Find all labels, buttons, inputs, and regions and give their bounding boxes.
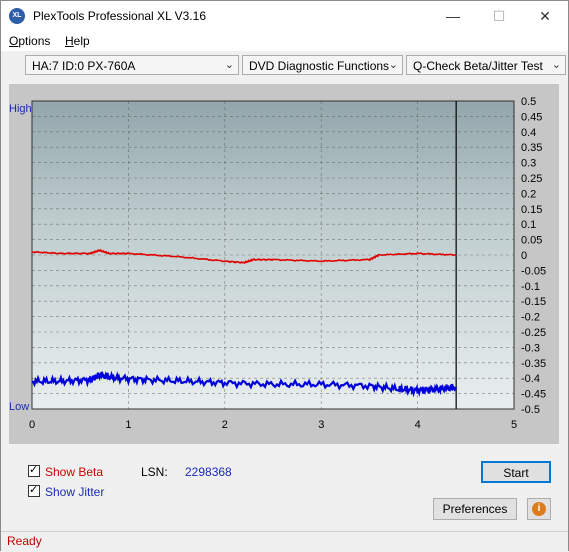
y-tick-label: -0.35 xyxy=(521,358,546,370)
show-beta-label[interactable]: Show Beta xyxy=(45,465,103,479)
start-button[interactable]: Start xyxy=(481,461,551,483)
info-icon: i xyxy=(532,502,546,516)
y-tick-label: -0.1 xyxy=(521,281,540,293)
y-tick-label: 0.3 xyxy=(521,158,536,170)
preferences-button[interactable]: Preferences xyxy=(433,498,517,520)
show-jitter-label[interactable]: Show Jitter xyxy=(45,485,104,499)
app-window: XL PlexTools Professional XL V3.16 — ☐ ✕… xyxy=(0,0,569,551)
high-label: High xyxy=(9,103,32,115)
checkbox-checked-icon[interactable] xyxy=(28,483,40,497)
y-tick-label: -0.2 xyxy=(521,312,540,324)
y-tick-label: 0.2 xyxy=(521,188,536,200)
y-tick-label: -0.25 xyxy=(521,327,546,339)
y-tick-label: 0.45 xyxy=(521,111,542,123)
y-tick-label: -0.15 xyxy=(521,296,546,308)
y-tick-label: 0.25 xyxy=(521,173,542,185)
lsn-label: LSN: xyxy=(141,465,168,479)
y-tick-label: 0.5 xyxy=(521,96,536,108)
status-bar: Ready xyxy=(1,531,568,551)
y-tick-label: 0 xyxy=(521,250,527,262)
checkbox-checked-icon[interactable] xyxy=(28,463,40,477)
y-tick-label: 0.05 xyxy=(521,235,542,247)
y-tick-label: 0.35 xyxy=(521,142,542,154)
beta-series-line xyxy=(31,248,457,265)
y-tick-label: -0.5 xyxy=(521,404,540,416)
jitter-series-line xyxy=(31,370,458,398)
x-tick-label: 3 xyxy=(318,419,324,431)
y-tick-label: 0.4 xyxy=(521,127,536,139)
y-tick-label: -0.4 xyxy=(521,373,540,385)
x-tick-label: 0 xyxy=(29,419,35,431)
y-tick-label: 0.15 xyxy=(521,204,542,216)
x-tick-label: 1 xyxy=(125,419,131,431)
x-tick-label: 5 xyxy=(511,419,517,431)
y-tick-label: 0.1 xyxy=(521,219,536,231)
status-text: Ready xyxy=(7,534,42,548)
info-button[interactable]: i xyxy=(527,498,551,520)
x-tick-label: 4 xyxy=(415,419,421,431)
y-tick-label: -0.3 xyxy=(521,342,540,354)
x-tick-label: 2 xyxy=(222,419,228,431)
low-label: Low xyxy=(9,401,30,413)
lsn-value: 2298368 xyxy=(185,465,232,479)
y-tick-label: -0.05 xyxy=(521,265,546,277)
y-tick-label: -0.45 xyxy=(521,389,546,401)
